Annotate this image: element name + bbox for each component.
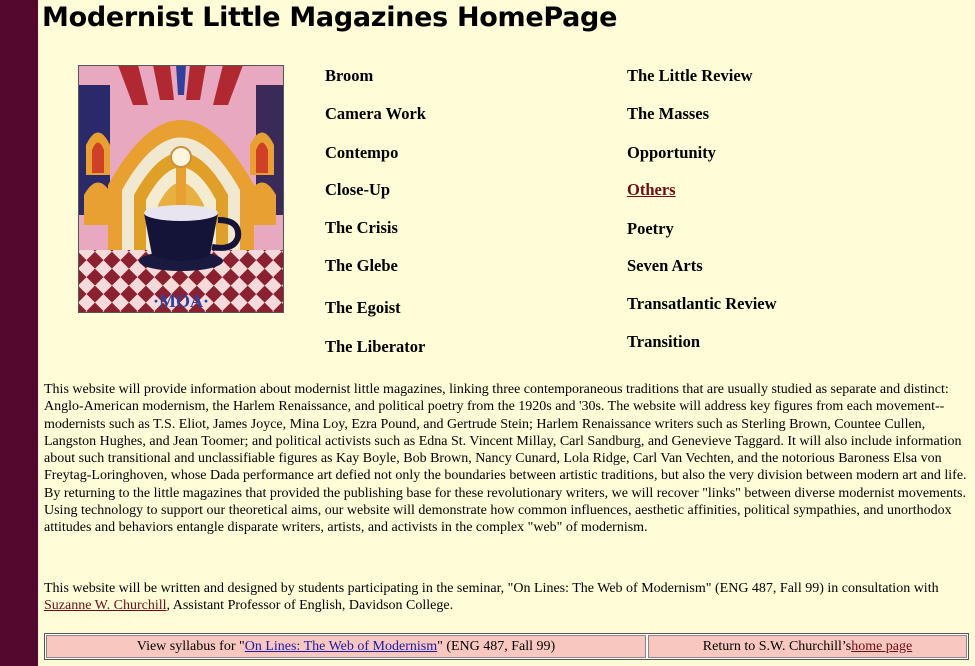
magazine-link-the-crisis[interactable]: The Crisis (325, 218, 398, 238)
magazine-link-others[interactable]: Others (627, 180, 676, 200)
magazine-link-seven-arts[interactable]: Seven Arts (627, 256, 703, 276)
churchill-link[interactable]: Suzanne W. Churchill (44, 598, 167, 613)
magazine-link-opportunity[interactable]: Opportunity (627, 143, 716, 163)
left-color-bar (0, 0, 38, 666)
home-page-link[interactable]: home page (851, 639, 912, 655)
magazine-link-transition[interactable]: Transition (627, 332, 700, 352)
credit-text-after: , Assistant Professor of English, Davids… (166, 598, 454, 614)
magazine-link-broom[interactable]: Broom (325, 66, 373, 86)
credit-paragraph: This website will be written and designe… (44, 580, 968, 615)
magazine-cover-image: ·MOA· (78, 65, 284, 313)
return-prefix: Return to S.W. Churchill’s (702, 638, 852, 654)
magazine-link-the-masses[interactable]: The Masses (627, 104, 709, 124)
svg-text:·MOA·: ·MOA· (153, 291, 209, 311)
magazine-link-the-liberator[interactable]: The Liberator (325, 337, 425, 357)
magazine-link-the-egoist[interactable]: The Egoist (325, 298, 401, 318)
syllabus-cell: View syllabus for " On Lines: The Web of … (46, 635, 646, 658)
return-home-cell: Return to S.W. Churchill’s home page (648, 635, 967, 658)
magazine-link-transatlantic-review[interactable]: Transatlantic Review (627, 294, 777, 314)
credit-text-before: This website will be written and designe… (44, 581, 939, 596)
syllabus-prefix: View syllabus for " (136, 638, 245, 654)
magazine-link-close-up[interactable]: Close-Up (325, 180, 390, 200)
syllabus-suffix: " (ENG 487, Fall 99) (437, 638, 556, 654)
magazine-link-the-little-review[interactable]: The Little Review (627, 66, 753, 86)
magazine-link-poetry[interactable]: Poetry (627, 219, 674, 239)
footer-nav-table: View syllabus for " On Lines: The Web of … (44, 633, 969, 660)
syllabus-link[interactable]: On Lines: The Web of Modernism (245, 639, 437, 655)
magazine-link-contempo[interactable]: Contempo (325, 143, 398, 163)
magazine-link-camera-work[interactable]: Camera Work (325, 104, 426, 124)
page-title: Modernist Little Magazines HomePage (42, 2, 618, 33)
intro-paragraph: This website will provide information ab… (44, 382, 967, 536)
magazine-link-the-glebe[interactable]: The Glebe (325, 256, 398, 276)
